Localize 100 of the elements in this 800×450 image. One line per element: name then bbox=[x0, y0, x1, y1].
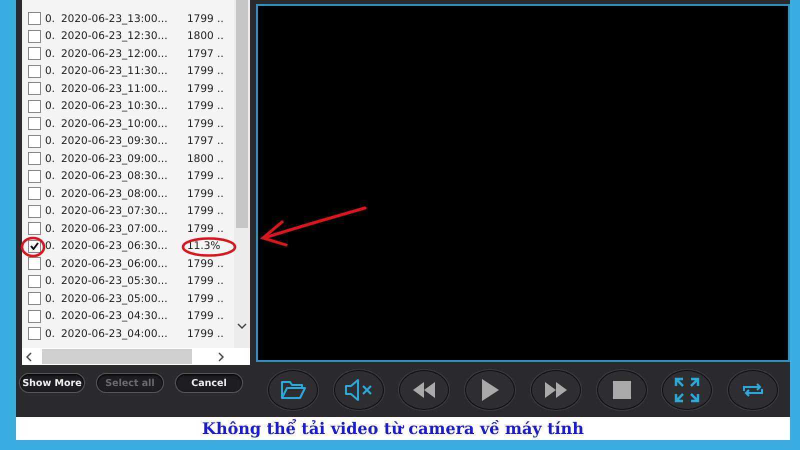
row-index: 0. bbox=[45, 118, 56, 130]
scroll-thumb[interactable] bbox=[42, 349, 192, 364]
checkbox[interactable] bbox=[28, 170, 41, 183]
checkbox[interactable] bbox=[28, 117, 41, 130]
file-size: 1799 .. bbox=[187, 118, 224, 130]
file-size: 1799 .. bbox=[187, 222, 224, 235]
file-size: 1797 .. bbox=[187, 48, 224, 60]
play-button[interactable] bbox=[465, 370, 516, 410]
file-name: 2020-06-23_09:30... bbox=[61, 135, 169, 148]
repeat-button[interactable] bbox=[728, 370, 778, 410]
checkbox[interactable] bbox=[28, 12, 41, 26]
file-size: 1799 .. bbox=[187, 12, 224, 25]
checkbox[interactable] bbox=[28, 274, 41, 288]
play-icon bbox=[480, 378, 500, 402]
row-index: 0. bbox=[45, 170, 56, 182]
file-name: 2020-06-23_06:00... bbox=[61, 258, 169, 270]
file-name: 2020-06-23_11:00... bbox=[61, 82, 169, 95]
action-button[interactable]: Cancel bbox=[175, 373, 243, 393]
annotation-circle bbox=[182, 237, 236, 257]
fast-forward-icon bbox=[542, 380, 569, 400]
file-name: 2020-06-23_09:00... bbox=[61, 152, 169, 165]
row-index: 0. bbox=[45, 258, 56, 270]
file-name: 2020-06-23_07:00... bbox=[61, 222, 169, 235]
stop-button[interactable] bbox=[596, 370, 647, 410]
file-name: 2020-06-23_05:30... bbox=[61, 275, 169, 288]
file-name: 2020-06-23_10:00... bbox=[61, 118, 169, 130]
mute-button[interactable] bbox=[334, 370, 384, 410]
file-size: 1799 .. bbox=[187, 328, 224, 340]
vertical-scrollbar[interactable] bbox=[234, 0, 250, 348]
file-name: 2020-06-23_06:30... bbox=[61, 240, 169, 252]
row-index: 0. bbox=[45, 222, 56, 235]
checkbox[interactable] bbox=[28, 134, 41, 148]
file-size: 11.3% bbox=[187, 240, 220, 252]
folder-icon bbox=[280, 378, 306, 400]
file-name: 2020-06-23_05:00... bbox=[61, 292, 169, 305]
action-button[interactable]: Show More bbox=[19, 373, 85, 393]
row-index: 0. bbox=[45, 205, 56, 218]
row-index: 0. bbox=[45, 48, 56, 60]
checkbox[interactable] bbox=[28, 47, 41, 60]
file-name: 2020-06-23_07:30... bbox=[61, 205, 169, 218]
chevron-right-icon bbox=[218, 352, 224, 362]
row-index: 0. bbox=[45, 328, 56, 340]
scroll-thumb[interactable] bbox=[236, 0, 248, 228]
rewind-button[interactable] bbox=[399, 370, 450, 410]
file-size: 1799 .. bbox=[187, 275, 224, 288]
caption: Không thể tải video từ camera về máy tính bbox=[202, 419, 584, 438]
checkbox[interactable] bbox=[28, 222, 41, 236]
file-name: 2020-06-23_13:00... bbox=[61, 12, 169, 25]
file-size: 1799 .. bbox=[187, 100, 224, 112]
row-index: 0. bbox=[45, 275, 56, 288]
checkbox[interactable] bbox=[28, 240, 41, 253]
file-size: 1799 .. bbox=[187, 205, 224, 218]
file-name: 2020-06-23_12:00... bbox=[61, 48, 169, 60]
mute-icon bbox=[344, 378, 374, 402]
file-size: 1797 .. bbox=[187, 135, 224, 148]
row-index: 0. bbox=[45, 65, 56, 78]
checkbox[interactable] bbox=[28, 292, 41, 306]
row-index: 0. bbox=[45, 292, 56, 305]
checkbox[interactable] bbox=[28, 257, 41, 270]
file-size: 1799 .. bbox=[187, 258, 224, 270]
forward-button[interactable] bbox=[530, 370, 581, 410]
file-size: 1799 .. bbox=[187, 82, 224, 95]
file-name: 2020-06-23_11:30... bbox=[61, 65, 169, 78]
open-button[interactable] bbox=[268, 370, 318, 410]
checkbox[interactable] bbox=[28, 100, 41, 113]
stop-icon bbox=[612, 380, 632, 400]
file-name: 2020-06-23_08:30... bbox=[61, 170, 169, 182]
rewind-icon bbox=[411, 380, 438, 400]
annotation-circle bbox=[20, 236, 46, 258]
file-size: 1800 .. bbox=[187, 152, 224, 165]
checkbox[interactable] bbox=[28, 64, 41, 78]
file-size: 1799 .. bbox=[187, 292, 224, 305]
row-index: 0. bbox=[45, 152, 56, 165]
checkbox[interactable] bbox=[28, 310, 41, 323]
checkbox[interactable] bbox=[28, 187, 41, 200]
fullscreen-icon bbox=[674, 376, 700, 402]
row-index: 0. bbox=[45, 310, 56, 322]
file-name: 2020-06-23_04:00... bbox=[61, 328, 169, 340]
file-size: 1799 .. bbox=[187, 310, 224, 322]
file-size: 1800 .. bbox=[187, 30, 224, 42]
file-size: 1799 .. bbox=[187, 188, 224, 200]
file-name: 2020-06-23_08:00... bbox=[61, 188, 169, 200]
file-name: 2020-06-23_12:30... bbox=[61, 30, 169, 42]
checkbox[interactable] bbox=[28, 152, 41, 166]
row-index: 0. bbox=[45, 240, 56, 252]
row-index: 0. bbox=[45, 12, 56, 25]
row-index: 0. bbox=[45, 188, 56, 200]
row-index: 0. bbox=[45, 135, 56, 148]
chevron-down-icon bbox=[237, 323, 247, 330]
row-index: 0. bbox=[45, 30, 56, 42]
file-name: 2020-06-23_04:30... bbox=[61, 310, 169, 322]
row-index: 0. bbox=[45, 82, 56, 95]
file-size: 1799 .. bbox=[187, 170, 224, 182]
checkbox[interactable] bbox=[28, 82, 41, 96]
checkmark-icon bbox=[30, 242, 39, 250]
checkbox[interactable] bbox=[28, 204, 41, 218]
checkbox[interactable] bbox=[28, 30, 41, 43]
fullscreen-button[interactable] bbox=[662, 370, 712, 410]
checkbox[interactable] bbox=[28, 327, 41, 340]
row-index: 0. bbox=[45, 100, 56, 112]
